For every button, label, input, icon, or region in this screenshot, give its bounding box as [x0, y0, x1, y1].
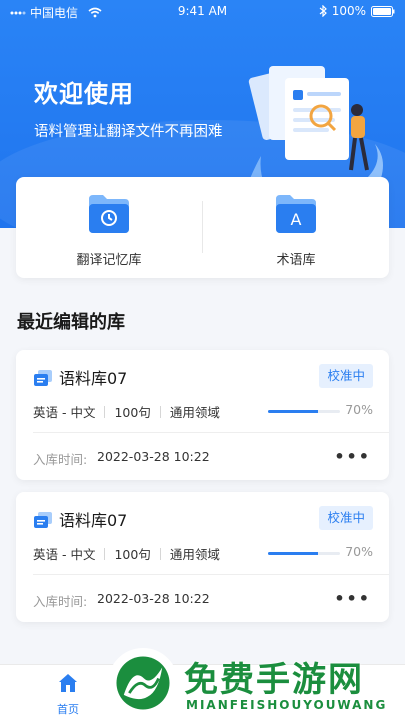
letter-a-folder-icon: A [276, 195, 316, 233]
progress-bar [268, 552, 340, 555]
termbase-label: 术语库 [276, 253, 316, 268]
card-divider [33, 574, 389, 575]
watermark: 免费手游网 MIANFEISHOUYOUWANG [108, 648, 398, 720]
progress-percent: 70% [345, 544, 373, 559]
battery-percent: 100% [331, 4, 366, 18]
document-icon [34, 512, 52, 528]
document-search-illustration [247, 66, 383, 186]
meta-separator [104, 405, 106, 418]
date-value: 2022-03-28 10:22 [97, 591, 210, 606]
status-right: 100% [319, 4, 395, 18]
progress-fill [268, 410, 319, 413]
progress-bar [268, 410, 340, 413]
home-icon [59, 674, 77, 692]
welcome-title: 欢迎使用 [34, 80, 134, 108]
more-button[interactable]: ••• [334, 447, 371, 466]
library-meta: 英语 - 中文 100句 通用领域 [33, 544, 220, 563]
language-pair: 英语 - 中文 [33, 405, 96, 420]
tab-home-label: 首页 [57, 703, 79, 716]
welcome-subtitle: 语料管理让翻译文件不再困难 [34, 124, 223, 140]
status-bar: 中国电信 9:41 AM 100% [0, 0, 405, 24]
sentence-count: 100句 [114, 405, 151, 420]
progress-percent: 70% [345, 402, 373, 417]
library-name: 语料库07 [59, 369, 128, 388]
card-divider [33, 432, 389, 433]
more-button[interactable]: ••• [334, 589, 371, 608]
translation-memory-entry[interactable]: 翻译记忆库 [16, 177, 202, 278]
termbase-glyph: A [291, 210, 302, 229]
meta-separator [104, 547, 106, 560]
tab-home[interactable]: 首页 [28, 665, 108, 720]
library-name: 语料库07 [59, 511, 128, 530]
feature-card: 翻译记忆库 A 术语库 [16, 177, 389, 278]
battery-icon [371, 5, 395, 17]
watermark-subtext: MIANFEISHOUYOUWANG [186, 698, 388, 712]
watermark-text: 免费手游网 [184, 660, 364, 700]
date-value: 2022-03-28 10:22 [97, 449, 210, 464]
watermark-logo-icon [108, 648, 178, 718]
bluetooth-icon [319, 5, 327, 17]
status-badge: 校准中 [319, 364, 373, 388]
library-card[interactable]: 语料库07 校准中 英语 - 中文 100句 通用领域 70% 入库时间: 20… [16, 492, 389, 622]
status-badge: 校准中 [319, 506, 373, 530]
section-title: 最近编辑的库 [17, 312, 125, 333]
translation-memory-label: 翻译记忆库 [76, 253, 142, 268]
date-label: 入库时间: [33, 594, 88, 609]
meta-separator [159, 547, 161, 560]
clock-folder-icon [89, 195, 129, 233]
library-card[interactable]: 语料库07 校准中 英语 - 中文 100句 通用领域 70% 入库时间: 20… [16, 350, 389, 480]
date-label: 入库时间: [33, 452, 88, 467]
domain-label: 通用领域 [169, 547, 220, 562]
termbase-entry[interactable]: A 术语库 [203, 177, 389, 278]
sentence-count: 100句 [114, 547, 151, 562]
language-pair: 英语 - 中文 [33, 547, 96, 562]
library-meta: 英语 - 中文 100句 通用领域 [33, 402, 220, 421]
document-icon [34, 370, 52, 386]
progress-fill [268, 552, 319, 555]
domain-label: 通用领域 [169, 405, 220, 420]
meta-separator [159, 405, 161, 418]
